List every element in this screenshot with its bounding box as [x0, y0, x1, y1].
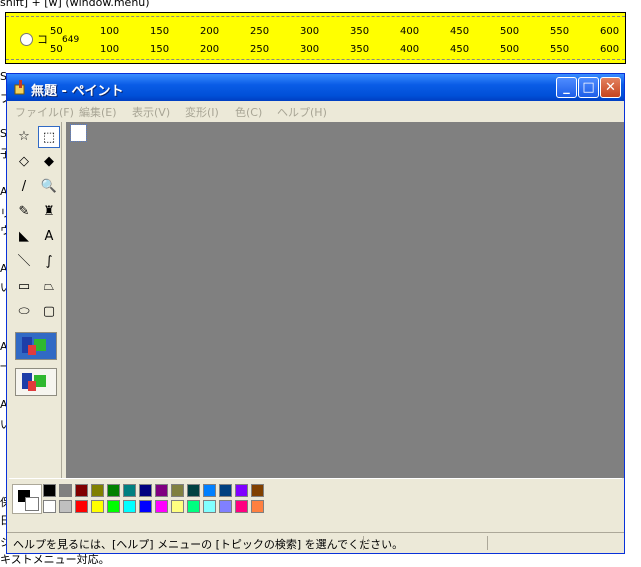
palette-color-swatch[interactable]: [187, 500, 200, 513]
tool-curve-icon[interactable]: ∫: [38, 251, 60, 273]
palette-color-swatch[interactable]: [235, 484, 248, 497]
menu-image[interactable]: 変形(I): [185, 104, 219, 120]
tool-eraser-icon[interactable]: ◇: [13, 151, 35, 173]
tool-rect-select-icon[interactable]: ⬚: [38, 126, 60, 148]
status-bar: ヘルプを見るには、[ヘルプ] メニューの [トピックの検索] を選んでください。: [7, 532, 624, 553]
ruler-tick-label: 500: [500, 26, 520, 37]
menu-help[interactable]: ヘルプ(H): [277, 104, 327, 120]
palette-color-swatch[interactable]: [203, 484, 216, 497]
ruler-bar[interactable]: コ 649 50 100 150 200 250 300 350 400 450 500 550 60…: [5, 12, 626, 64]
tool-fill-icon[interactable]: ◆: [38, 151, 60, 173]
ruler-tick-label: 250: [250, 44, 270, 55]
tool-airbrush-icon[interactable]: ◣: [13, 226, 35, 248]
palette-color-swatch[interactable]: [91, 484, 104, 497]
minimize-button[interactable]: _: [556, 77, 577, 98]
ruler-tick-label: 300: [300, 44, 320, 55]
tool-rounded-rectangle-icon[interactable]: ▢: [38, 301, 60, 323]
palette-color-swatch[interactable]: [123, 500, 136, 513]
palette-color-swatch[interactable]: [75, 500, 88, 513]
ruler-value: 649: [62, 35, 80, 45]
close-button[interactable]: ✕: [600, 77, 621, 98]
ruler-tick-label: 450: [450, 44, 470, 55]
paint-app-icon: [14, 80, 25, 95]
window-title: 無題 - ペイント: [31, 84, 124, 99]
tool-line-icon[interactable]: ＼: [13, 251, 35, 273]
palette-color-swatch[interactable]: [155, 484, 168, 497]
ruler-tick-label: 550: [550, 26, 570, 37]
tool-ellipse-icon[interactable]: ⬭: [13, 301, 35, 323]
palette-color-swatch[interactable]: [219, 500, 232, 513]
palette-color-swatch[interactable]: [75, 484, 88, 497]
status-divider: [487, 536, 488, 550]
palette-color-swatch[interactable]: [219, 484, 232, 497]
ruler-tick-label: 450: [450, 26, 470, 37]
ruler-tick-label: 150: [150, 44, 170, 55]
title-bar[interactable]: 無題 - ペイント _ □ ✕: [7, 74, 624, 101]
palette-color-swatch[interactable]: [251, 500, 264, 513]
selection-mode-transparent-option[interactable]: [15, 368, 57, 396]
palette-color-swatch[interactable]: [171, 484, 184, 497]
menu-edit[interactable]: 編集(E): [79, 104, 117, 120]
tool-polygon-icon[interactable]: ⏢: [38, 276, 60, 298]
palette-color-swatch[interactable]: [59, 500, 72, 513]
ruler-tick-label: 200: [200, 26, 220, 37]
toolbox: ☆ ⬚ ◇ ◆ / 🔍 ✎ ♜ ◣ A ＼ ∫ ▭ ⏢ ⬭ ▢: [9, 122, 62, 478]
palette-color-swatch[interactable]: [203, 500, 216, 513]
palette-color-swatch[interactable]: [107, 500, 120, 513]
palette-color-swatch[interactable]: [43, 500, 56, 513]
ruler-tick-label: 350: [350, 26, 370, 37]
tool-rectangle-icon[interactable]: ▭: [13, 276, 35, 298]
maximize-button[interactable]: □: [578, 77, 599, 98]
tool-free-select-icon[interactable]: ☆: [13, 126, 35, 148]
palette-color-swatch[interactable]: [107, 484, 120, 497]
status-message: ヘルプを見るには、[ヘルプ] メニューの [トピックの検索] を選んでください。: [13, 538, 404, 551]
tool-text-icon[interactable]: A: [38, 226, 60, 248]
background-top-text: shift] + [w] (window.menu): [0, 0, 150, 9]
palette-color-swatch[interactable]: [139, 484, 152, 497]
ruler-label: コ: [37, 33, 48, 46]
tool-pencil-icon[interactable]: ✎: [13, 201, 35, 223]
ruler-tick-label: 250: [250, 26, 270, 37]
tool-brush-icon[interactable]: ♜: [38, 201, 60, 223]
status-divider: [363, 536, 364, 550]
ruler-radio-button[interactable]: [20, 33, 33, 46]
palette-color-swatch[interactable]: [91, 500, 104, 513]
ruler-tick-label: 100: [100, 44, 120, 55]
menu-view[interactable]: 表示(V): [132, 104, 170, 120]
ruler-tick-label: 500: [500, 44, 520, 55]
drawing-canvas[interactable]: [70, 124, 87, 142]
palette-color-swatch[interactable]: [59, 484, 72, 497]
ruler-tick-label: 600: [600, 26, 620, 37]
ruler-tick-label: 400: [400, 44, 420, 55]
background-color[interactable]: [25, 497, 39, 511]
menu-colors[interactable]: 色(C): [235, 104, 262, 120]
ruler-tick-label: 600: [600, 44, 620, 55]
tool-color-picker-icon[interactable]: /: [13, 176, 35, 198]
menu-bar: ファイル(F) 編集(E) 表示(V) 変形(I) 色(C) ヘルプ(H): [7, 101, 624, 121]
palette-color-swatch[interactable]: [187, 484, 200, 497]
ruler-tick-label: 50: [50, 44, 63, 55]
ruler-tick-label: 350: [350, 44, 370, 55]
palette-color-swatch[interactable]: [171, 500, 184, 513]
menu-file[interactable]: ファイル(F): [15, 104, 74, 120]
color-palette: [9, 478, 622, 533]
palette-color-swatch[interactable]: [235, 500, 248, 513]
paint-window: 無題 - ペイント _ □ ✕ ファイル(F) 編集(E) 表示(V) 変形(I…: [6, 73, 625, 554]
ruler-tick-label: 100: [100, 26, 120, 37]
canvas-area[interactable]: [66, 122, 624, 478]
tool-magnifier-icon[interactable]: 🔍: [38, 176, 60, 198]
palette-color-swatch[interactable]: [123, 484, 136, 497]
ruler-tick-label: 200: [200, 44, 220, 55]
palette-color-swatch[interactable]: [251, 484, 264, 497]
current-colors[interactable]: [12, 484, 42, 514]
ruler-tick-label: 150: [150, 26, 170, 37]
selection-mode-opaque-option[interactable]: [15, 332, 57, 360]
ruler-tick-label: 550: [550, 44, 570, 55]
palette-color-swatch[interactable]: [43, 484, 56, 497]
palette-color-swatch[interactable]: [155, 500, 168, 513]
ruler-tick-label: 300: [300, 26, 320, 37]
palette-color-swatch[interactable]: [139, 500, 152, 513]
ruler-tick-label: 50: [50, 26, 63, 37]
ruler-tick-label: 400: [400, 26, 420, 37]
